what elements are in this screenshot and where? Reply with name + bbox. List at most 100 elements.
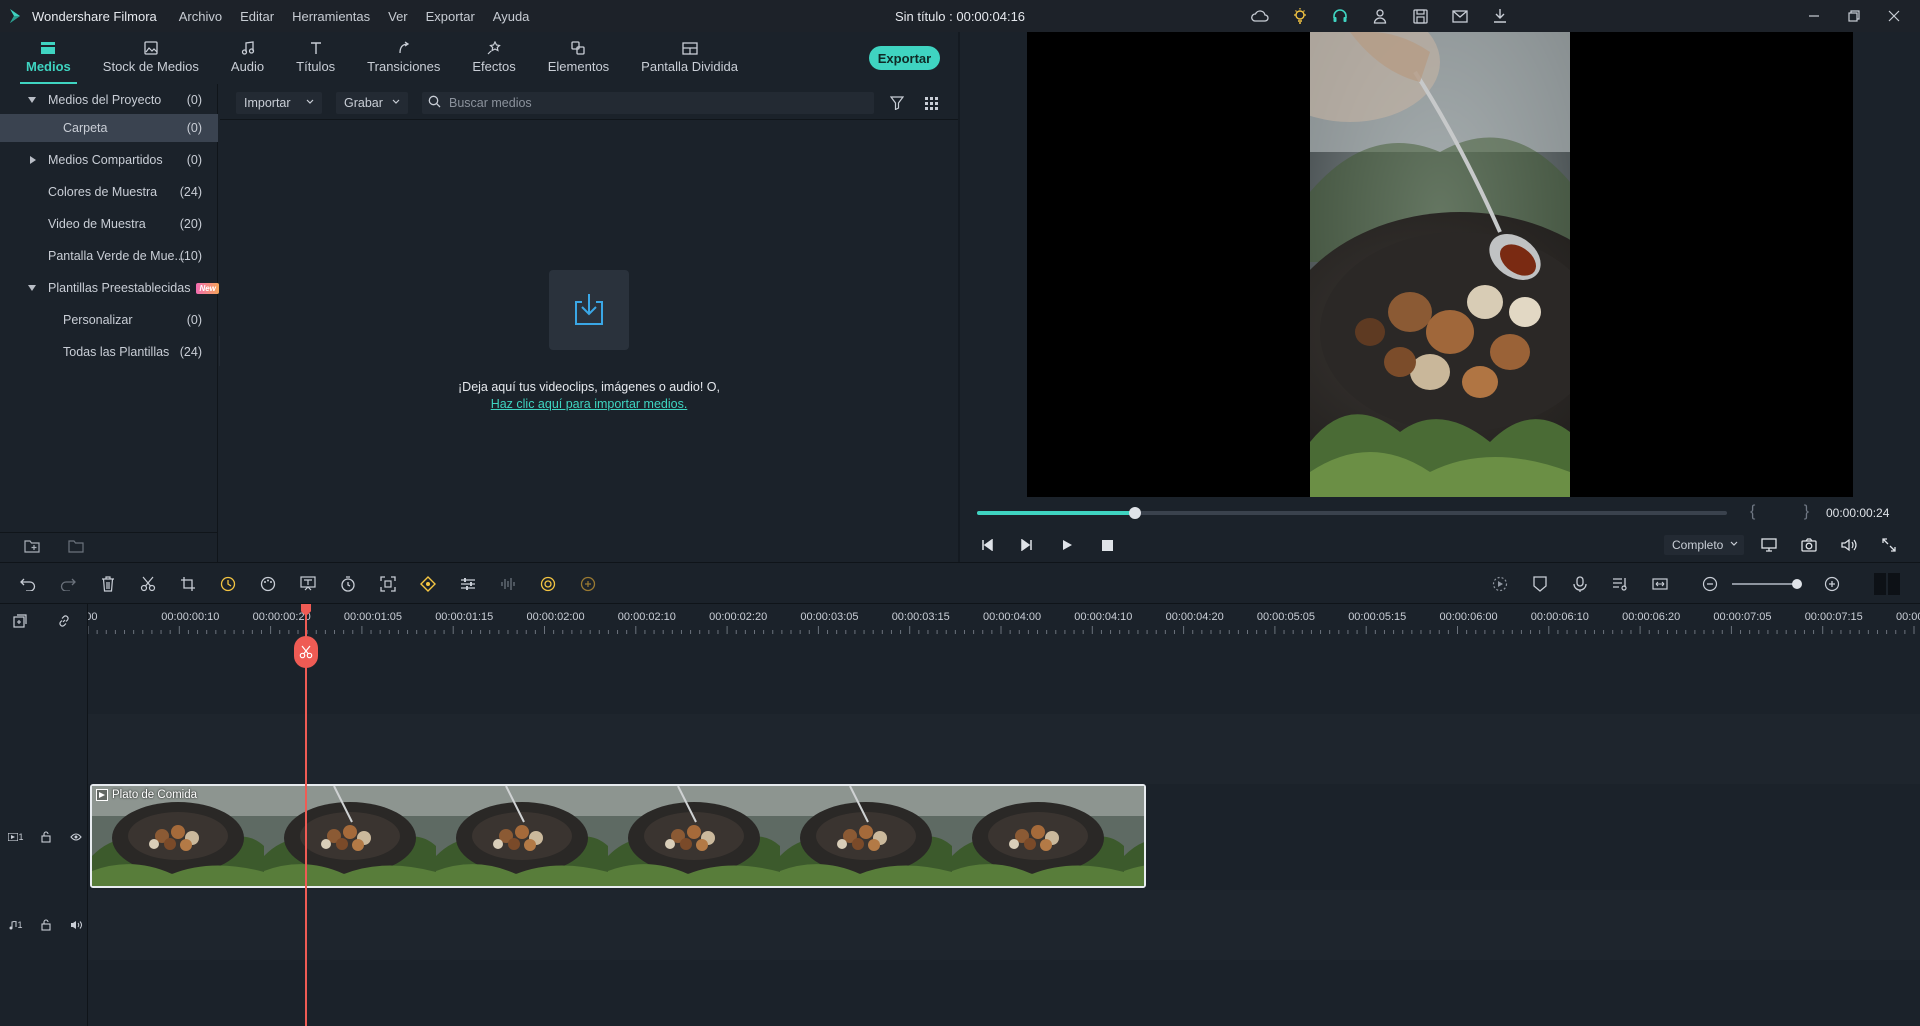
restore-icon[interactable] (1844, 6, 1864, 26)
menu-ver[interactable]: Ver (388, 9, 408, 24)
tree-item-plantillas-preestablecidas[interactable]: Plantillas Preestablecidas New (0, 274, 219, 302)
filter-icon[interactable] (888, 94, 906, 112)
empty-track-area[interactable] (88, 634, 1920, 714)
preview-scrubber[interactable] (977, 507, 1727, 519)
cut-scissors-icon[interactable] (138, 574, 158, 594)
tab-efectos[interactable]: Efectos (456, 39, 531, 84)
crop-icon[interactable] (178, 574, 198, 594)
headset-icon[interactable] (1330, 6, 1350, 26)
collapse-arrow-icon[interactable] (30, 156, 36, 164)
color-match-icon[interactable] (538, 574, 558, 594)
grid-view-icon[interactable] (922, 94, 940, 112)
tree-item-todas-las-plantillas[interactable]: Todas las Plantillas (24) (0, 338, 218, 366)
menu-editar[interactable]: Editar (240, 9, 274, 24)
adjust-sliders-icon[interactable] (458, 574, 478, 594)
minimize-icon[interactable] (1804, 6, 1824, 26)
playhead-scissors-icon[interactable] (294, 636, 318, 668)
menu-archivo[interactable]: Archivo (179, 9, 222, 24)
audio-mixer-icon[interactable] (1610, 574, 1630, 594)
tab-transiciones[interactable]: Transiciones (351, 39, 456, 84)
tab-stock-de-medios[interactable]: Stock de Medios (87, 39, 215, 84)
lock-icon[interactable] (38, 829, 54, 845)
cloud-icon[interactable] (1250, 6, 1270, 26)
speaker-icon[interactable] (68, 917, 84, 933)
zoom-slider-handle[interactable] (1792, 579, 1802, 589)
import-dropdown[interactable]: Importar (236, 92, 322, 114)
mark-in-out-braces[interactable]: { } (1750, 503, 1831, 521)
tree-item-medios-compartidos[interactable]: Medios Compartidos (0) (0, 146, 218, 174)
duration-timer-icon[interactable] (338, 574, 358, 594)
expand-arrow-icon[interactable] (28, 285, 36, 291)
tree-item-carpeta[interactable]: Carpeta (0) (0, 114, 218, 142)
stop-icon[interactable] (1096, 534, 1118, 556)
keyframe-diamond-icon[interactable] (418, 574, 438, 594)
tree-item-colores-de-muestra[interactable]: Colores de Muestra (24) (0, 178, 218, 206)
export-button[interactable]: Exportar (869, 46, 940, 70)
tree-item-personalizar[interactable]: Personalizar (0) (0, 306, 218, 334)
empty-track-area[interactable] (88, 714, 1920, 784)
record-dropdown[interactable]: Grabar (336, 92, 408, 114)
volume-icon[interactable] (1838, 534, 1860, 556)
clip-thumbnail (436, 786, 608, 886)
mail-icon[interactable] (1450, 6, 1470, 26)
download-icon[interactable] (1490, 6, 1510, 26)
marker-shield-icon[interactable] (1530, 574, 1550, 594)
menu-ayuda[interactable]: Ayuda (493, 9, 530, 24)
microphone-icon[interactable] (1570, 574, 1590, 594)
quality-dropdown[interactable]: Completo (1664, 535, 1744, 555)
delete-icon[interactable] (98, 574, 118, 594)
step-forward-icon[interactable] (1016, 534, 1038, 556)
expand-arrow-icon[interactable] (28, 97, 36, 103)
panel-layout-toggle[interactable] (1874, 573, 1900, 595)
lightbulb-icon[interactable] (1290, 6, 1310, 26)
play-icon[interactable] (1056, 534, 1078, 556)
folder-icon[interactable] (68, 539, 84, 556)
text-overlay-icon[interactable] (298, 574, 318, 594)
undo-icon[interactable] (18, 574, 38, 594)
account-icon[interactable] (1370, 6, 1390, 26)
tab-titulos[interactable]: Títulos (280, 39, 351, 84)
snapshot-camera-icon[interactable] (1798, 534, 1820, 556)
monitor-icon[interactable] (1758, 534, 1780, 556)
redo-icon[interactable] (58, 574, 78, 594)
zoom-to-fit-icon[interactable] (378, 574, 398, 594)
empty-track-area[interactable] (88, 960, 1920, 1026)
close-icon[interactable] (1884, 6, 1904, 26)
video-clip[interactable]: Plato de Comida (90, 784, 1146, 888)
timeline-ruler[interactable]: 00:00 00:00:00:10 00:00:00:20 00:00:01:05 00… (88, 604, 1920, 634)
save-icon[interactable] (1410, 6, 1430, 26)
tab-audio[interactable]: Audio (215, 39, 280, 84)
fullscreen-icon[interactable] (1878, 534, 1900, 556)
eye-visibility-icon[interactable] (68, 829, 84, 845)
video-track[interactable]: Plato de Comida (88, 784, 1920, 890)
timeline-area[interactable]: 00:00 00:00:00:10 00:00:00:20 00:00:01:05 00… (88, 604, 1920, 1026)
fit-timeline-icon[interactable] (1650, 574, 1670, 594)
menu-exportar[interactable]: Exportar (426, 9, 475, 24)
zoom-in-icon[interactable] (1822, 574, 1842, 594)
tree-item-pantalla-verde[interactable]: Pantalla Verde de Mue... (10) (0, 242, 218, 270)
render-preview-icon[interactable] (1490, 574, 1510, 594)
preview-screen[interactable] (1027, 32, 1853, 497)
color-palette-icon[interactable] (258, 574, 278, 594)
auto-reframe-icon[interactable] (578, 574, 598, 594)
import-media-link[interactable]: Haz clic aquí para importar medios. (220, 397, 958, 411)
menu-herramientas[interactable]: Herramientas (292, 9, 370, 24)
zoom-out-icon[interactable] (1700, 574, 1720, 594)
import-drop-zone[interactable] (549, 270, 629, 350)
tree-item-video-de-muestra[interactable]: Video de Muestra (20) (0, 210, 218, 238)
new-folder-icon[interactable] (24, 539, 40, 556)
audio-track[interactable] (88, 890, 1920, 960)
search-input[interactable] (449, 96, 849, 110)
add-track-icon[interactable] (12, 613, 28, 629)
step-back-icon[interactable] (976, 534, 998, 556)
audio-waveform-icon[interactable] (498, 574, 518, 594)
tab-pantalla-dividida[interactable]: Pantalla Dividida (625, 39, 754, 84)
lock-icon[interactable] (38, 917, 54, 933)
speed-icon[interactable] (218, 574, 238, 594)
tab-medios[interactable]: Medios (10, 39, 87, 84)
tab-elementos[interactable]: Elementos (532, 39, 625, 84)
tree-item-medios-del-proyecto[interactable]: Medios del Proyecto (0) (0, 86, 218, 114)
zoom-slider-track[interactable] (1732, 583, 1798, 585)
link-icon[interactable] (56, 613, 72, 629)
scrubber-handle[interactable] (1128, 507, 1141, 519)
